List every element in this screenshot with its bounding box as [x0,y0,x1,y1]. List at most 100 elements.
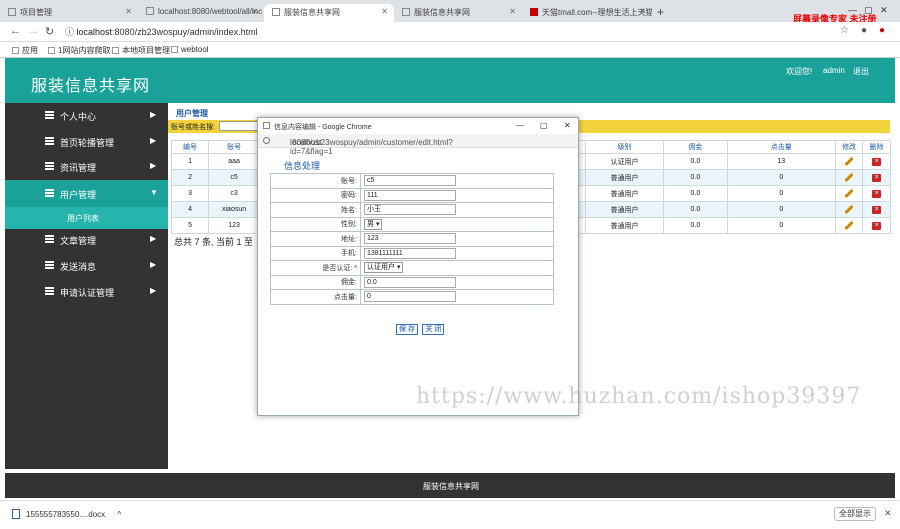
sidebar-item-certification[interactable]: 申请认证管理 ▶ [5,280,168,303]
close-icon[interactable]: ✕ [125,7,132,16]
browser-tab[interactable]: 服装信息共享网 ✕ [394,4,522,22]
bookmark-star-icon[interactable]: ☆ [840,25,849,36]
edit-button[interactable] [834,217,864,234]
download-item[interactable]: 155555783550....docx ^ [12,509,121,519]
logout-link[interactable]: 退出 [853,66,869,77]
site-title: 服装信息共享网 [31,78,151,95]
close-icon[interactable]: ✕ [509,7,516,16]
sidebar: 个人中心 ▶ 首页轮播管理 ▶ 资讯管理 ▶ 用户管理 ▼ 用户列表 文章管理 … [5,103,168,469]
delete-button[interactable]: × [862,217,891,234]
sidebar-item-users[interactable]: 用户管理 ▼ [5,180,168,207]
page-icon [146,7,154,15]
forward-icon[interactable]: → [28,25,39,37]
close-button[interactable]: 关 闭 [422,324,445,335]
close-icon[interactable]: ✕ [884,508,892,519]
search-input[interactable] [219,121,259,131]
search-label: 账号或姓名搜: [171,124,215,131]
field-label: 点击量: [270,289,361,305]
save-button[interactable]: 保 存 [396,324,418,335]
sidebar-subitem-user-list[interactable]: 用户列表 [5,207,168,229]
form-row: 密码: 111 [270,187,554,203]
gender-select[interactable]: 男 ▾ [364,218,383,230]
popup-titlebar: 信息内容编辑 - Google Chrome — ▢ ✕ [258,118,578,134]
delete-icon: × [872,205,882,214]
close-icon[interactable]: ✕ [251,7,258,16]
minimize-icon[interactable]: — [516,121,524,130]
form-row: 账号: c5 [270,173,554,189]
bookmark-item[interactable]: 1网站内容爬取 [48,45,110,56]
form-buttons: 保 存 关 闭 [396,323,446,335]
address-bar[interactable]: ⓘ localhost:8080/zb23wospuy/admin/index.… [65,25,258,38]
phone-field[interactable]: 1381111111 [364,247,456,259]
browser-tab-active[interactable]: 服装信息共享网 ✕ [264,4,394,22]
field-label: 是否认证: * [270,260,361,276]
maximize-icon[interactable]: ▢ [864,5,873,16]
tab-label: 服装信息共享网 [284,8,340,17]
delete-icon: × [872,221,882,230]
sidebar-item-articles[interactable]: 文章管理 ▶ [5,228,168,251]
window-close-icon[interactable]: ✕ [880,5,888,16]
password-field[interactable]: 111 [364,189,456,201]
clicks-field[interactable]: 0 [364,291,456,303]
sidebar-item-messages[interactable]: 发送消息 ▶ [5,254,168,277]
delete-button[interactable]: × [862,185,891,202]
delete-button[interactable]: × [862,153,891,170]
browser-tab[interactable]: 天猫tmall.com--理想生活上天猫 ✕ [522,4,652,22]
account-field[interactable]: c5 [364,175,456,187]
name-field[interactable]: 小王 [364,204,456,216]
welcome-text: 欢迎您! [786,67,813,76]
reload-icon[interactable]: ↻ [45,25,54,38]
user-link[interactable]: admin [823,66,845,75]
edit-button[interactable] [834,185,864,202]
info-icon [263,137,270,144]
delete-icon: × [872,173,882,182]
menu-icon[interactable]: ● [879,25,885,36]
edit-form: 账号: c5 密码: 111 姓名: 小王 性别: 男 ▾ 地址: 123 手机… [270,173,554,305]
tab-label: 天猫tmall.com--理想生活上天猫 [542,8,652,17]
delete-button[interactable]: × [862,169,891,186]
column-header: 级别 [585,140,664,154]
url-path: :8080/zb23wospuy/admin/index.html [112,27,258,37]
list-icon [45,261,54,269]
column-header: 编号 [170,140,210,154]
browser-tab[interactable]: 项目管理 ✕ [0,4,138,22]
bookmark-apps[interactable]: 应用 [12,45,38,56]
sidebar-item-carousel[interactable]: 首页轮播管理 ▶ [5,130,168,153]
download-bar: 155555783550....docx ^ 全部显示 ✕ [0,500,900,529]
delete-button[interactable]: × [862,201,891,218]
pencil-icon [844,204,854,215]
delete-icon: × [872,157,882,166]
form-row: 姓名: 小王 [270,202,554,218]
list-icon [45,235,54,243]
minimize-icon[interactable]: — [848,5,857,15]
list-icon [45,137,54,145]
column-header: 佣金 [662,140,728,154]
tab-label: localhost:8080/webtool/all/inc [158,7,263,16]
edit-button[interactable] [834,201,864,218]
browser-tab[interactable]: localhost:8080/webtool/all/inc ✕ [138,4,264,22]
close-icon[interactable]: ✕ [381,7,388,16]
list-icon [45,111,54,119]
chevron-up-icon[interactable]: ^ [117,510,121,519]
maximize-icon[interactable]: ▢ [540,121,548,130]
new-tab-button[interactable]: + [657,5,664,19]
tab-label: 服装信息共享网 [414,8,470,17]
edit-button[interactable] [834,169,864,186]
chevron-down-icon: ▾ [375,220,380,228]
delete-icon: × [872,189,882,198]
show-all-downloads-button[interactable]: 全部显示 [834,507,876,521]
edit-button[interactable] [834,153,864,170]
bookmark-item[interactable]: 本地项目管理 [112,45,170,56]
certification-select[interactable]: 认证用户 ▾ [364,262,404,274]
chevron-right-icon: ▶ [150,161,157,170]
address-field[interactable]: 123 [364,233,456,245]
profile-icon[interactable]: ● [861,25,867,36]
commission-field[interactable]: 0.0 [364,276,456,288]
sidebar-item-news[interactable]: 资讯管理 ▶ [5,155,168,178]
window-close-icon[interactable]: ✕ [564,121,571,130]
close-icon[interactable]: ✕ [639,7,646,16]
info-icon: ⓘ [65,27,77,37]
bookmark-item[interactable]: webtool [171,45,209,54]
back-icon[interactable]: ← [10,25,21,37]
sidebar-item-profile[interactable]: 个人中心 ▶ [5,104,168,127]
